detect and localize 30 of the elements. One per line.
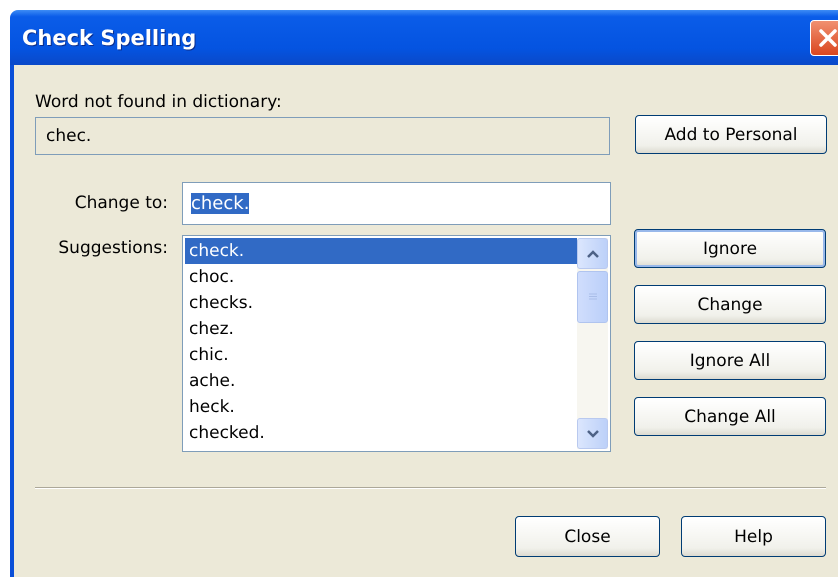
add-to-personal-button[interactable]: Add to Personal <box>635 115 827 154</box>
scrollbar-thumb[interactable] <box>577 271 608 323</box>
field-label: Word not found in dictionary: <box>35 92 283 112</box>
grip-icon <box>588 292 598 302</box>
scroll-up-button[interactable] <box>577 238 608 269</box>
dialog-button[interactable]: Help <box>681 516 826 557</box>
suggestion-item[interactable]: checked. <box>185 420 577 446</box>
scroll-down-button[interactable] <box>577 418 608 449</box>
action-button[interactable]: Ignore All <box>634 341 826 380</box>
list-label: Suggestions: <box>58 238 168 258</box>
action-button[interactable]: Change <box>634 285 826 324</box>
misspelled-word-field: chec. <box>35 117 610 155</box>
suggestion-item[interactable]: chez. <box>185 316 577 342</box>
action-button[interactable]: Ignore <box>634 229 826 268</box>
action-button[interactable]: Change All <box>634 397 826 436</box>
suggestion-item[interactable]: heck. <box>185 394 577 420</box>
suggestion-item[interactable]: ache. <box>185 368 577 394</box>
dialog-button[interactable]: Close <box>515 516 660 557</box>
chevron-up-icon <box>586 248 600 258</box>
suggestion-item[interactable]: check. <box>185 238 577 264</box>
close-button[interactable] <box>810 20 838 56</box>
suggestion-item[interactable]: chic. <box>185 342 577 368</box>
suggestion-item[interactable]: checks. <box>185 290 577 316</box>
suggestion-item[interactable]: choc. <box>185 264 577 290</box>
change-to-field[interactable]: check. <box>182 182 611 225</box>
suggestions-list[interactable]: check. choc. checks. chez. chic. ache. heck. checked. <box>182 235 611 452</box>
window-title: Check Spelling <box>22 26 198 50</box>
field-label: Change to: <box>74 193 168 213</box>
close-icon <box>817 26 838 48</box>
chevron-down-icon <box>586 428 600 438</box>
